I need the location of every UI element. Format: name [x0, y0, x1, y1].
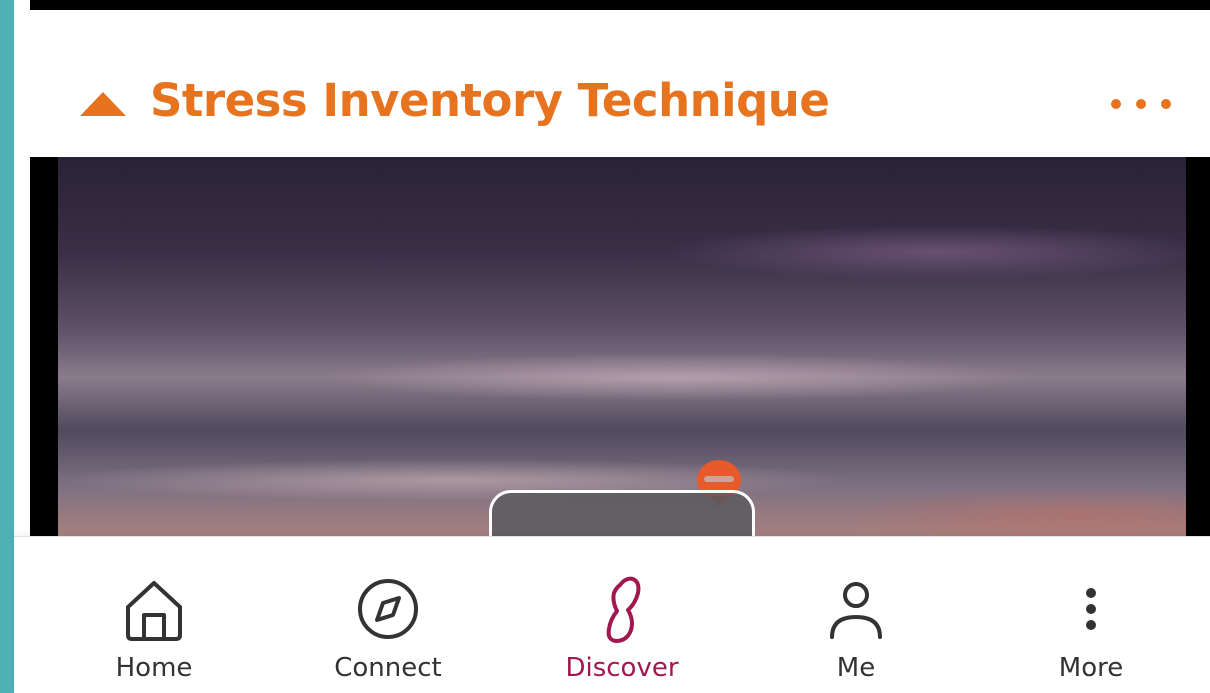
vertical-dots-icon [1086, 588, 1096, 630]
section-title[interactable]: Stress Inventory Technique [150, 74, 830, 127]
dot-icon [1161, 99, 1171, 109]
dot-icon [1111, 99, 1121, 109]
collapse-triangle-icon[interactable] [80, 92, 126, 116]
compass-icon [358, 579, 418, 639]
video-player[interactable] [30, 157, 1210, 537]
nav-item-home[interactable]: Home [64, 537, 244, 693]
person-icon [830, 582, 882, 639]
nav-item-discover[interactable]: Discover [532, 537, 712, 693]
app-screen: Stress Inventory Technique Home Connect … [0, 0, 1210, 693]
left-edge-strip [0, 0, 14, 693]
discover-icon [606, 576, 641, 643]
sky-thumbnail-image [58, 157, 1186, 537]
top-media-bar [30, 0, 1210, 10]
nav-label-me: Me [836, 653, 876, 683]
nav-label-connect: Connect [334, 653, 442, 683]
more-options-button[interactable] [1111, 84, 1171, 124]
section-header: Stress Inventory Technique [14, 60, 1210, 156]
nav-label-home: Home [115, 653, 193, 683]
nav-item-connect[interactable]: Connect [298, 537, 478, 693]
nav-item-more[interactable]: More [1001, 537, 1181, 693]
nav-label-more: More [1058, 653, 1124, 683]
nav-label-discover: Discover [565, 653, 679, 683]
dot-icon [1136, 99, 1146, 109]
nav-item-me[interactable]: Me [766, 537, 946, 693]
home-icon [126, 581, 182, 641]
bottom-navigation: Home Connect Discover Me More [14, 536, 1210, 693]
